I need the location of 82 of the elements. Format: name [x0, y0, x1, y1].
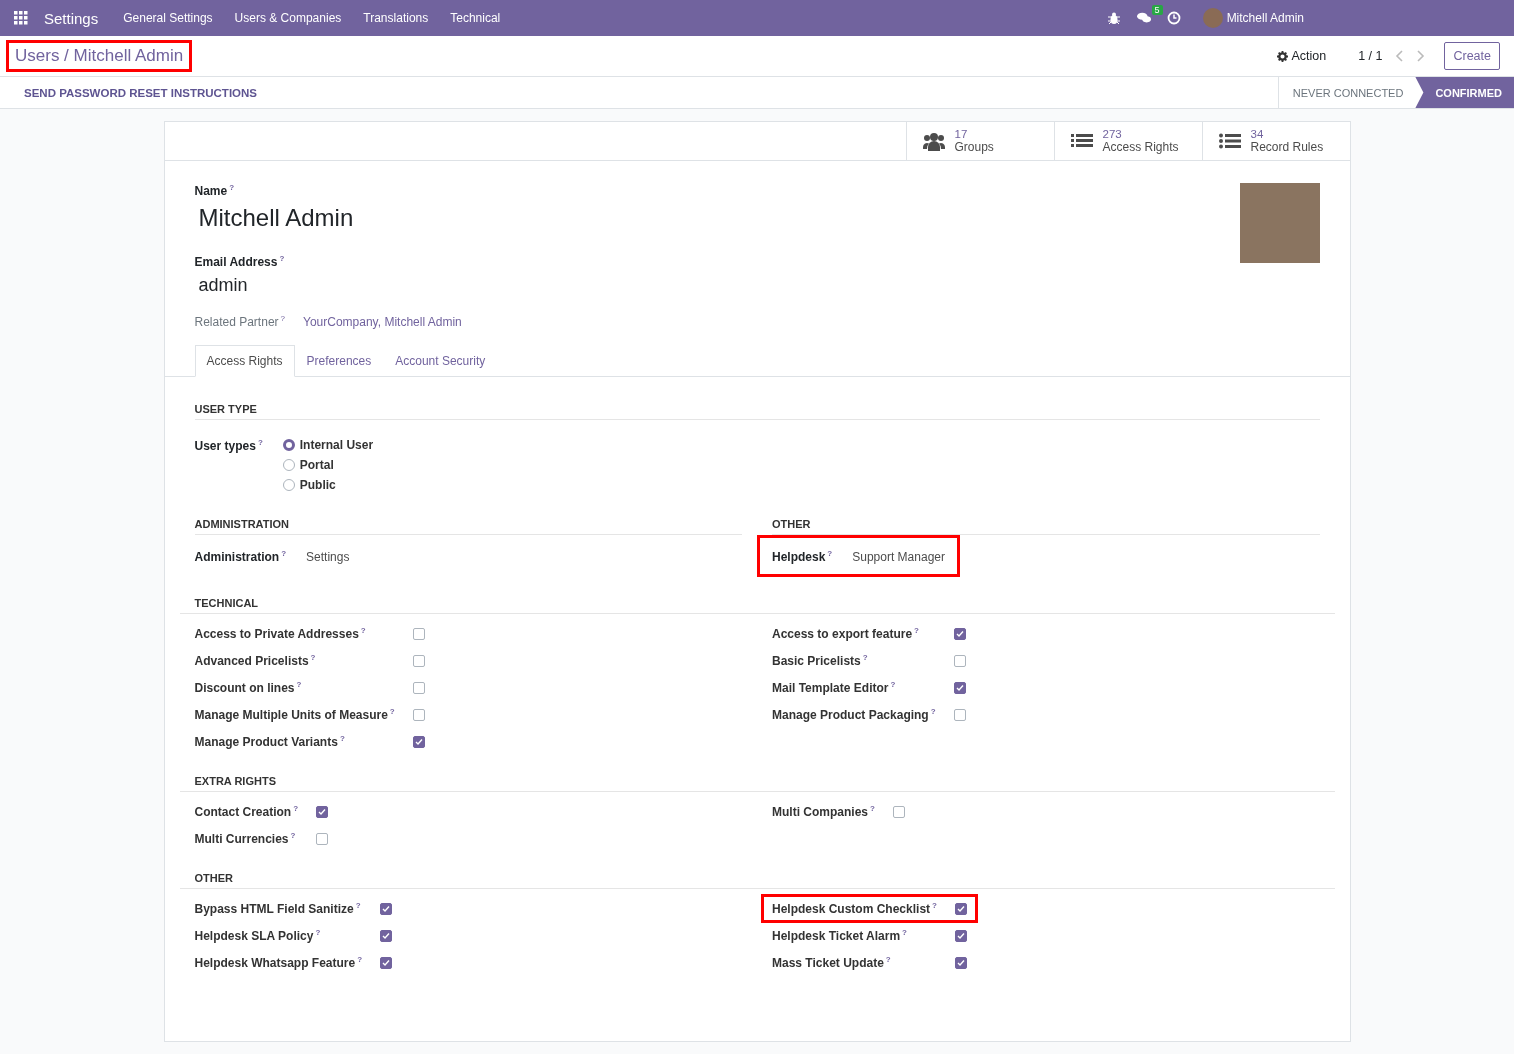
section-title: USER TYPE — [194, 403, 1320, 420]
status-stage[interactable]: CONFIRMED — [1415, 77, 1514, 108]
field-value[interactable]: Settings — [306, 548, 350, 564]
chat-icon[interactable] — [1136, 11, 1151, 25]
checkbox[interactable] — [892, 805, 905, 818]
radio-label: Internal User — [299, 438, 374, 452]
menu-item[interactable]: Users & Companies — [223, 11, 353, 25]
checkbox[interactable] — [412, 654, 425, 667]
checkbox[interactable] — [954, 902, 967, 915]
field-label: Administration$^{?}$ — [194, 548, 287, 564]
radio-label: Public — [299, 478, 336, 492]
checkbox[interactable] — [412, 708, 425, 721]
checkbox[interactable] — [412, 627, 425, 640]
bulleted-list-icon — [1218, 131, 1241, 151]
checkbox-label: Discount on lines$^{?}$ — [194, 680, 303, 695]
checkbox-label: Mail Template Editor$^{?}$ — [772, 680, 897, 695]
field-label: Helpdesk$^{?}$ — [772, 548, 833, 564]
section-title: ADMINISTRATION — [194, 518, 742, 535]
checkbox[interactable] — [953, 627, 966, 640]
checkbox-label: Advanced Pricelists$^{?}$ — [194, 653, 317, 668]
checkbox-label: Access to export feature$^{?}$ — [772, 626, 920, 641]
user-name[interactable]: Mitchell Admin — [1226, 11, 1304, 25]
checkbox[interactable] — [954, 956, 967, 969]
section-title: EXTRA RIGHTS — [179, 775, 1335, 792]
name-value: Mitchell Admin — [198, 204, 355, 232]
checkbox[interactable] — [412, 681, 425, 694]
app-name[interactable]: Settings — [40, 9, 103, 27]
breadcrumb[interactable]: Users / Mitchell Admin — [15, 46, 184, 65]
checkbox[interactable] — [953, 708, 966, 721]
radio-label: Portal — [299, 458, 334, 472]
action-button[interactable]: Action — [1271, 48, 1333, 64]
checkbox[interactable] — [953, 654, 966, 667]
bug-icon[interactable] — [1106, 11, 1121, 25]
checkbox[interactable] — [380, 929, 393, 942]
radio-button[interactable] — [282, 459, 295, 471]
checkbox-label: Helpdesk Ticket Alarm$^{?}$ — [772, 928, 908, 943]
menu-item[interactable]: Technical — [439, 11, 512, 25]
reset-password-button[interactable]: SEND PASSWORD RESET INSTRUCTIONS — [24, 86, 257, 99]
app-grid-icon[interactable] — [14, 11, 28, 25]
users-icon — [922, 131, 945, 151]
checkbox-label: Manage Product Variants$^{?}$ — [194, 734, 346, 749]
clock-icon[interactable] — [1166, 11, 1181, 25]
section-title: OTHER — [179, 872, 1335, 889]
field-label: Name$^{?}$ — [194, 183, 236, 198]
checkbox[interactable] — [953, 681, 966, 694]
create-button[interactable]: Create — [1444, 42, 1500, 70]
checkbox-label: Multi Companies$^{?}$ — [772, 804, 875, 819]
checkbox-label: Helpdesk Whatsapp Feature$^{?}$ — [194, 955, 363, 970]
checkbox[interactable] — [412, 735, 425, 748]
checkbox[interactable] — [954, 929, 967, 942]
field-value[interactable]: Support Manager — [852, 548, 945, 564]
checkbox-label: Bypass HTML Field Sanitize$^{?}$ — [194, 901, 362, 916]
radio-button[interactable] — [282, 479, 295, 491]
field-label: Email Address$^{?}$ — [194, 254, 286, 269]
notification-badge: 5 — [1151, 5, 1163, 15]
field-label: User types$^{?}$ — [194, 438, 263, 455]
section-title: TECHNICAL — [179, 597, 1335, 614]
checkbox-label: Access to Private Addresses$^{?}$ — [194, 626, 367, 641]
checkbox[interactable] — [380, 956, 393, 969]
tab[interactable]: Access Rights — [194, 345, 295, 377]
email-value: admin — [198, 275, 249, 296]
checkbox[interactable] — [316, 805, 329, 818]
tab[interactable]: Account Security — [383, 345, 498, 377]
gear-icon — [1277, 50, 1289, 62]
field-label: Related Partner$^{?}$ — [194, 314, 285, 329]
checkbox-label: Helpdesk SLA Policy$^{?}$ — [194, 928, 322, 943]
checkbox-label: Manage Multiple Units of Measure$^{?}$ — [194, 707, 395, 722]
tab[interactable]: Preferences — [294, 345, 384, 377]
checkbox[interactable] — [316, 832, 329, 845]
pager-counter: 1 / 1 — [1358, 49, 1383, 63]
checkbox-label: Mass Ticket Update$^{?}$ — [772, 955, 892, 970]
checkbox-label: Helpdesk Custom Checklist$^{?}$ — [772, 901, 937, 916]
partner-link[interactable]: YourCompany, Mitchell Admin — [303, 315, 462, 329]
section-title: OTHER — [772, 518, 1320, 535]
checkbox[interactable] — [380, 902, 393, 915]
checkbox-label: Basic Pricelists$^{?}$ — [772, 653, 869, 668]
menu-item[interactable]: Translations — [352, 11, 440, 25]
menu-item[interactable]: General Settings — [112, 11, 224, 25]
checkbox-label: Contact Creation$^{?}$ — [194, 804, 299, 819]
radio-button[interactable] — [282, 439, 295, 451]
checkbox-label: Manage Product Packaging$^{?}$ — [772, 707, 936, 722]
checkbox-label: Multi Currencies$^{?}$ — [194, 831, 297, 846]
